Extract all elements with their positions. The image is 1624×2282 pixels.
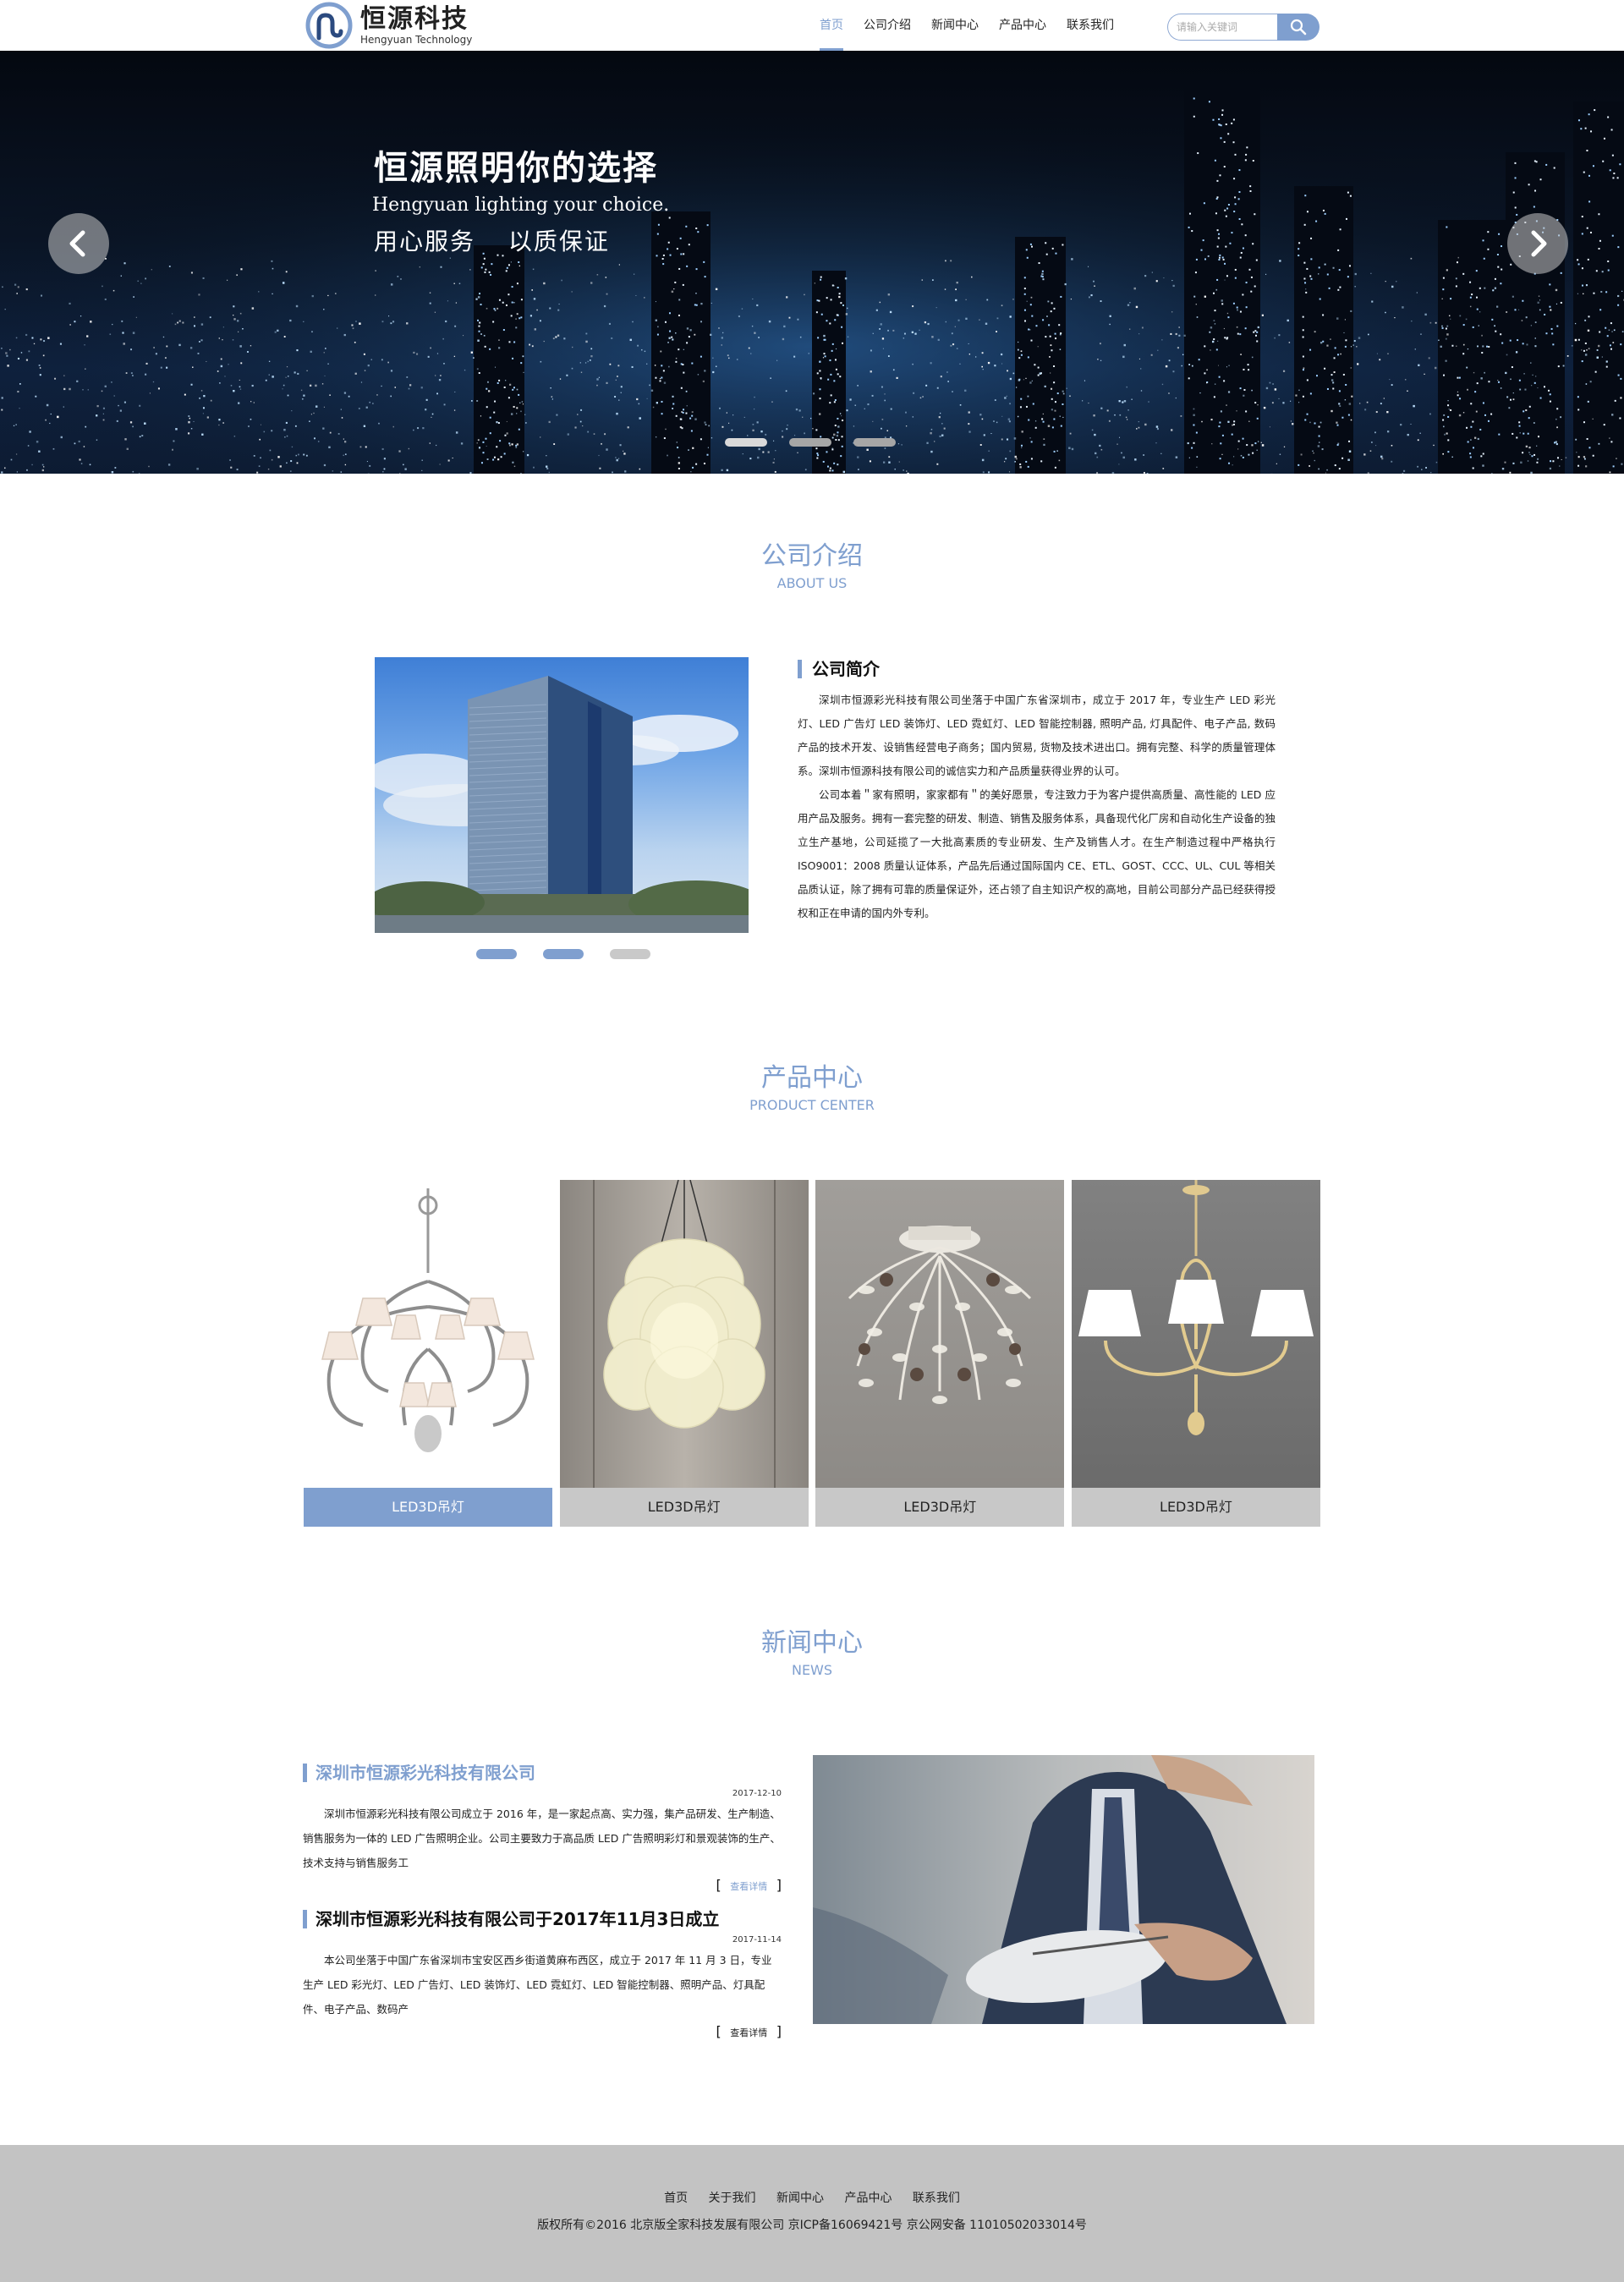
news-list: 深圳市恒源彩光科技有限公司 2017-12-10 深圳市恒源彩光科技有限公司成立… [303, 1764, 782, 2056]
chevron-left-icon [69, 230, 85, 257]
site-footer: 首页 关于我们 新闻中心 产品中心 联系我们 版权所有©2016 北京版全家科技… [0, 2145, 1624, 2282]
news-item: 深圳市恒源彩光科技有限公司 2017-12-10 深圳市恒源彩光科技有限公司成立… [303, 1764, 782, 1893]
search-icon [1290, 19, 1307, 36]
product-image [304, 1180, 552, 1488]
news-title[interactable]: 深圳市恒源彩光科技有限公司 [303, 1764, 782, 1782]
footer-link-products[interactable]: 产品中心 [844, 2191, 892, 2205]
about-content: 公司简介 深圳市恒源彩光科技有限公司坐落于中国广东省深圳市，成立于 2017 年… [798, 660, 1276, 925]
product-image [1071, 1180, 1320, 1488]
product-image [559, 1180, 809, 1488]
banner-pagination [725, 438, 918, 447]
product-card[interactable]: LED3D吊灯 [559, 1180, 809, 1527]
about-heading: 公司介绍 ABOUT US [0, 535, 1624, 591]
news-more-link[interactable]: [ 查看详情 ] [303, 1877, 782, 1893]
products-heading-cn: 产品中心 [761, 1063, 863, 1093]
about-paragraph-1: 深圳市恒源彩光科技有限公司坐落于中国广东省深圳市，成立于 2017 年，专业生产… [798, 694, 1276, 777]
product-card[interactable]: LED3D吊灯 [304, 1180, 552, 1527]
product-grid: LED3D吊灯 LED3D吊灯 LED3D吊灯 LED3D吊灯 [304, 1180, 1320, 1527]
about-dot-3[interactable] [610, 949, 650, 959]
banner-next-button[interactable] [1507, 213, 1568, 274]
products-heading: 产品中心 PRODUCT CENTER [0, 1056, 1624, 1113]
nav-contact[interactable]: 联系我们 [1056, 0, 1124, 51]
product-label: LED3D吊灯 [304, 1488, 552, 1527]
news-item: 深圳市恒源彩光科技有限公司于2017年11月3日成立 2017-11-14 本公… [303, 1910, 782, 2039]
products-heading-en: PRODUCT CENTER [749, 1097, 875, 1113]
news-more-link[interactable]: [ 查看详情 ] [303, 2023, 782, 2039]
news-body: 本公司坐落于中国广东省深圳市宝安区西乡街道黄麻布西区，成立于 2017 年 11… [303, 1954, 772, 2016]
main-nav: 首页 公司介绍 新闻中心 产品中心 联系我们 [809, 0, 1124, 51]
logo-tagline: Hengyuan Technology [360, 33, 473, 46]
banner-prev-button[interactable] [48, 213, 109, 274]
about-heading-cn: 公司介绍 [761, 541, 863, 571]
news-more-label: 查看详情 [730, 1881, 768, 1892]
about-dot-1[interactable] [476, 949, 517, 959]
about-paragraph-2: 公司本着＂家有照明，家家都有＂的美好愿景，专注致力于为客户提供高质量、高性能的 … [798, 788, 1276, 919]
banner-dot-1[interactable] [725, 438, 767, 447]
news-image [813, 1755, 1314, 2024]
news-more-label: 查看详情 [730, 2027, 768, 2038]
search-input[interactable] [1167, 14, 1277, 41]
news-title[interactable]: 深圳市恒源彩光科技有限公司于2017年11月3日成立 [303, 1910, 782, 1928]
nav-home[interactable]: 首页 [809, 0, 853, 51]
product-card[interactable]: LED3D吊灯 [1071, 1180, 1320, 1527]
product-card[interactable]: LED3D吊灯 [815, 1180, 1065, 1527]
search-button[interactable] [1277, 14, 1320, 41]
news-date: 2017-11-14 [732, 1935, 782, 1945]
footer-link-news[interactable]: 新闻中心 [776, 2191, 824, 2205]
news-heading-en: NEWS [791, 1662, 833, 1678]
banner-title: 恒源照明你的选择 [374, 149, 658, 188]
city-night-image [0, 51, 1624, 474]
nav-products[interactable]: 产品中心 [989, 0, 1056, 51]
footer-nav: 首页 关于我们 新闻中心 产品中心 联系我们 [0, 2189, 1624, 2206]
logo-name: 恒源科技 [360, 3, 469, 34]
footer-link-about[interactable]: 关于我们 [709, 2191, 756, 2205]
banner-dot-2[interactable] [789, 438, 831, 447]
footer-link-home[interactable]: 首页 [664, 2191, 688, 2205]
banner-slogan: 用心服务 以质保证 [374, 228, 610, 255]
news-body: 深圳市恒源彩光科技有限公司成立于 2016 年，是一家起点高、实力强，集产品研发… [303, 1807, 781, 1869]
footer-link-contact[interactable]: 联系我们 [913, 2191, 960, 2205]
company-building-image [375, 657, 749, 933]
product-label: LED3D吊灯 [815, 1488, 1065, 1527]
product-image [815, 1180, 1065, 1488]
about-heading-en: ABOUT US [776, 575, 848, 591]
about-dot-2[interactable] [543, 949, 584, 959]
news-heading-cn: 新闻中心 [761, 1628, 863, 1658]
logo-mark-icon [305, 2, 353, 49]
banner-subtitle: Hengyuan lighting your choice. [372, 195, 670, 216]
search-box [1167, 14, 1320, 41]
nav-news[interactable]: 新闻中心 [921, 0, 989, 51]
site-header: 恒源科技 Hengyuan Technology 首页 公司介绍 新闻中心 产品… [0, 0, 1624, 51]
product-label: LED3D吊灯 [1071, 1488, 1320, 1527]
news-date: 2017-12-10 [732, 1789, 782, 1798]
about-pagination [476, 949, 677, 959]
footer-copyright: 版权所有©2016 北京版全家科技发展有限公司 京ICP备16069421号 京… [537, 2219, 1087, 2232]
hero-banner: 恒源照明你的选择 Hengyuan lighting your choice. … [0, 51, 1624, 474]
banner-dot-3[interactable] [853, 438, 896, 447]
nav-about[interactable]: 公司介绍 [853, 0, 921, 51]
news-heading: 新闻中心 NEWS [0, 1621, 1624, 1678]
product-label: LED3D吊灯 [559, 1488, 809, 1527]
about-title: 公司简介 [798, 660, 1276, 678]
logo[interactable]: 恒源科技 Hengyuan Technology [304, 0, 472, 51]
chevron-right-icon [1531, 230, 1547, 257]
